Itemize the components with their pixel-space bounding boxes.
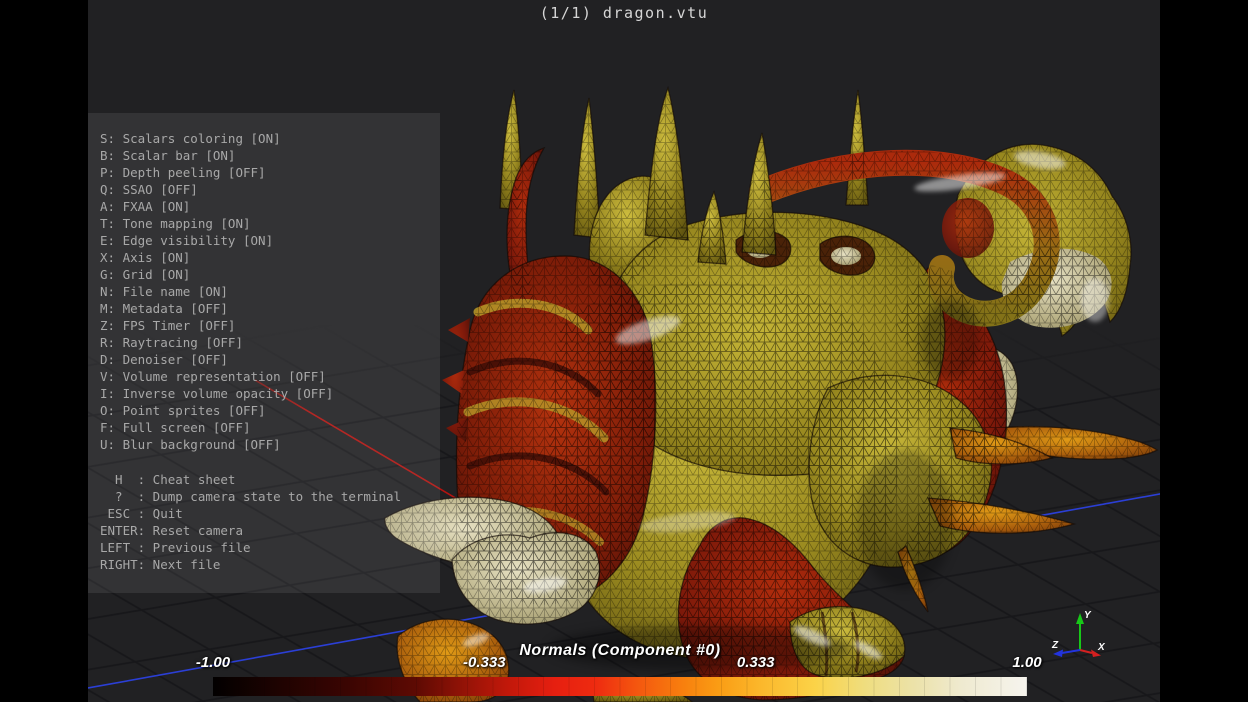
cheat-sheet-toggles: S: Scalars coloring [ON] B: Scalar bar [… bbox=[100, 130, 333, 453]
cheat-sheet-line: H : Cheat sheet bbox=[100, 471, 401, 488]
cheat-sheet-line: T: Tone mapping [ON] bbox=[100, 215, 333, 232]
cheat-sheet-line: LEFT : Previous file bbox=[100, 539, 401, 556]
scalar-bar: Normals (Component #0) -1.00 -0.333 0.33… bbox=[213, 641, 1027, 699]
cheat-sheet-line: O: Point sprites [OFF] bbox=[100, 402, 333, 419]
cheat-sheet-line: A: FXAA [ON] bbox=[100, 198, 333, 215]
scalar-bar-title: Normals (Component #0) bbox=[213, 642, 1027, 660]
application-window: Y X Z (1/1) dragon.vtu S: Scalars colori… bbox=[0, 0, 1248, 702]
scalar-bar-tick: -0.333 bbox=[463, 654, 506, 671]
cheat-sheet-overlay: S: Scalars coloring [ON] B: Scalar bar [… bbox=[88, 113, 440, 593]
letterbox-right bbox=[1160, 0, 1248, 702]
cheat-sheet-line: R: Raytracing [OFF] bbox=[100, 334, 333, 351]
cheat-sheet-line: RIGHT: Next file bbox=[100, 556, 401, 573]
cheat-sheet-line: B: Scalar bar [ON] bbox=[100, 147, 333, 164]
cheat-sheet-line: Q: SSAO [OFF] bbox=[100, 181, 333, 198]
cheat-sheet-line: U: Blur background [OFF] bbox=[100, 436, 333, 453]
cheat-sheet-line: M: Metadata [OFF] bbox=[100, 300, 333, 317]
cheat-sheet-line: S: Scalars coloring [ON] bbox=[100, 130, 333, 147]
z-axis-label: Z bbox=[1051, 640, 1059, 651]
scalar-bar-tick: 0.333 bbox=[737, 654, 775, 671]
x-axis-label: X bbox=[1097, 642, 1106, 653]
cheat-sheet-line: I: Inverse volume opacity [OFF] bbox=[100, 385, 333, 402]
scalar-bar-tick: 1.00 bbox=[1012, 654, 1041, 671]
file-title: (1/1) dragon.vtu bbox=[0, 4, 1248, 22]
cheat-sheet-line: X: Axis [ON] bbox=[100, 249, 333, 266]
cheat-sheet-line: F: Full screen [OFF] bbox=[100, 419, 333, 436]
cheat-sheet-line: P: Depth peeling [OFF] bbox=[100, 164, 333, 181]
cheat-sheet-line: Z: FPS Timer [OFF] bbox=[100, 317, 333, 334]
cheat-sheet-line: ESC : Quit bbox=[100, 505, 401, 522]
cheat-sheet-line: G: Grid [ON] bbox=[100, 266, 333, 283]
cheat-sheet-line: ENTER: Reset camera bbox=[100, 522, 401, 539]
letterbox-left bbox=[0, 0, 88, 702]
cheat-sheet-commands: H : Cheat sheet ? : Dump camera state to… bbox=[100, 471, 401, 573]
cheat-sheet-line: N: File name [ON] bbox=[100, 283, 333, 300]
cheat-sheet-line: V: Volume representation [OFF] bbox=[100, 368, 333, 385]
cheat-sheet-line: ? : Dump camera state to the terminal bbox=[100, 488, 401, 505]
scalar-bar-tick: -1.00 bbox=[196, 654, 230, 671]
cheat-sheet-line: E: Edge visibility [ON] bbox=[100, 232, 333, 249]
scalar-bar-gradient bbox=[213, 677, 1027, 696]
cheat-sheet-line: D: Denoiser [OFF] bbox=[100, 351, 333, 368]
